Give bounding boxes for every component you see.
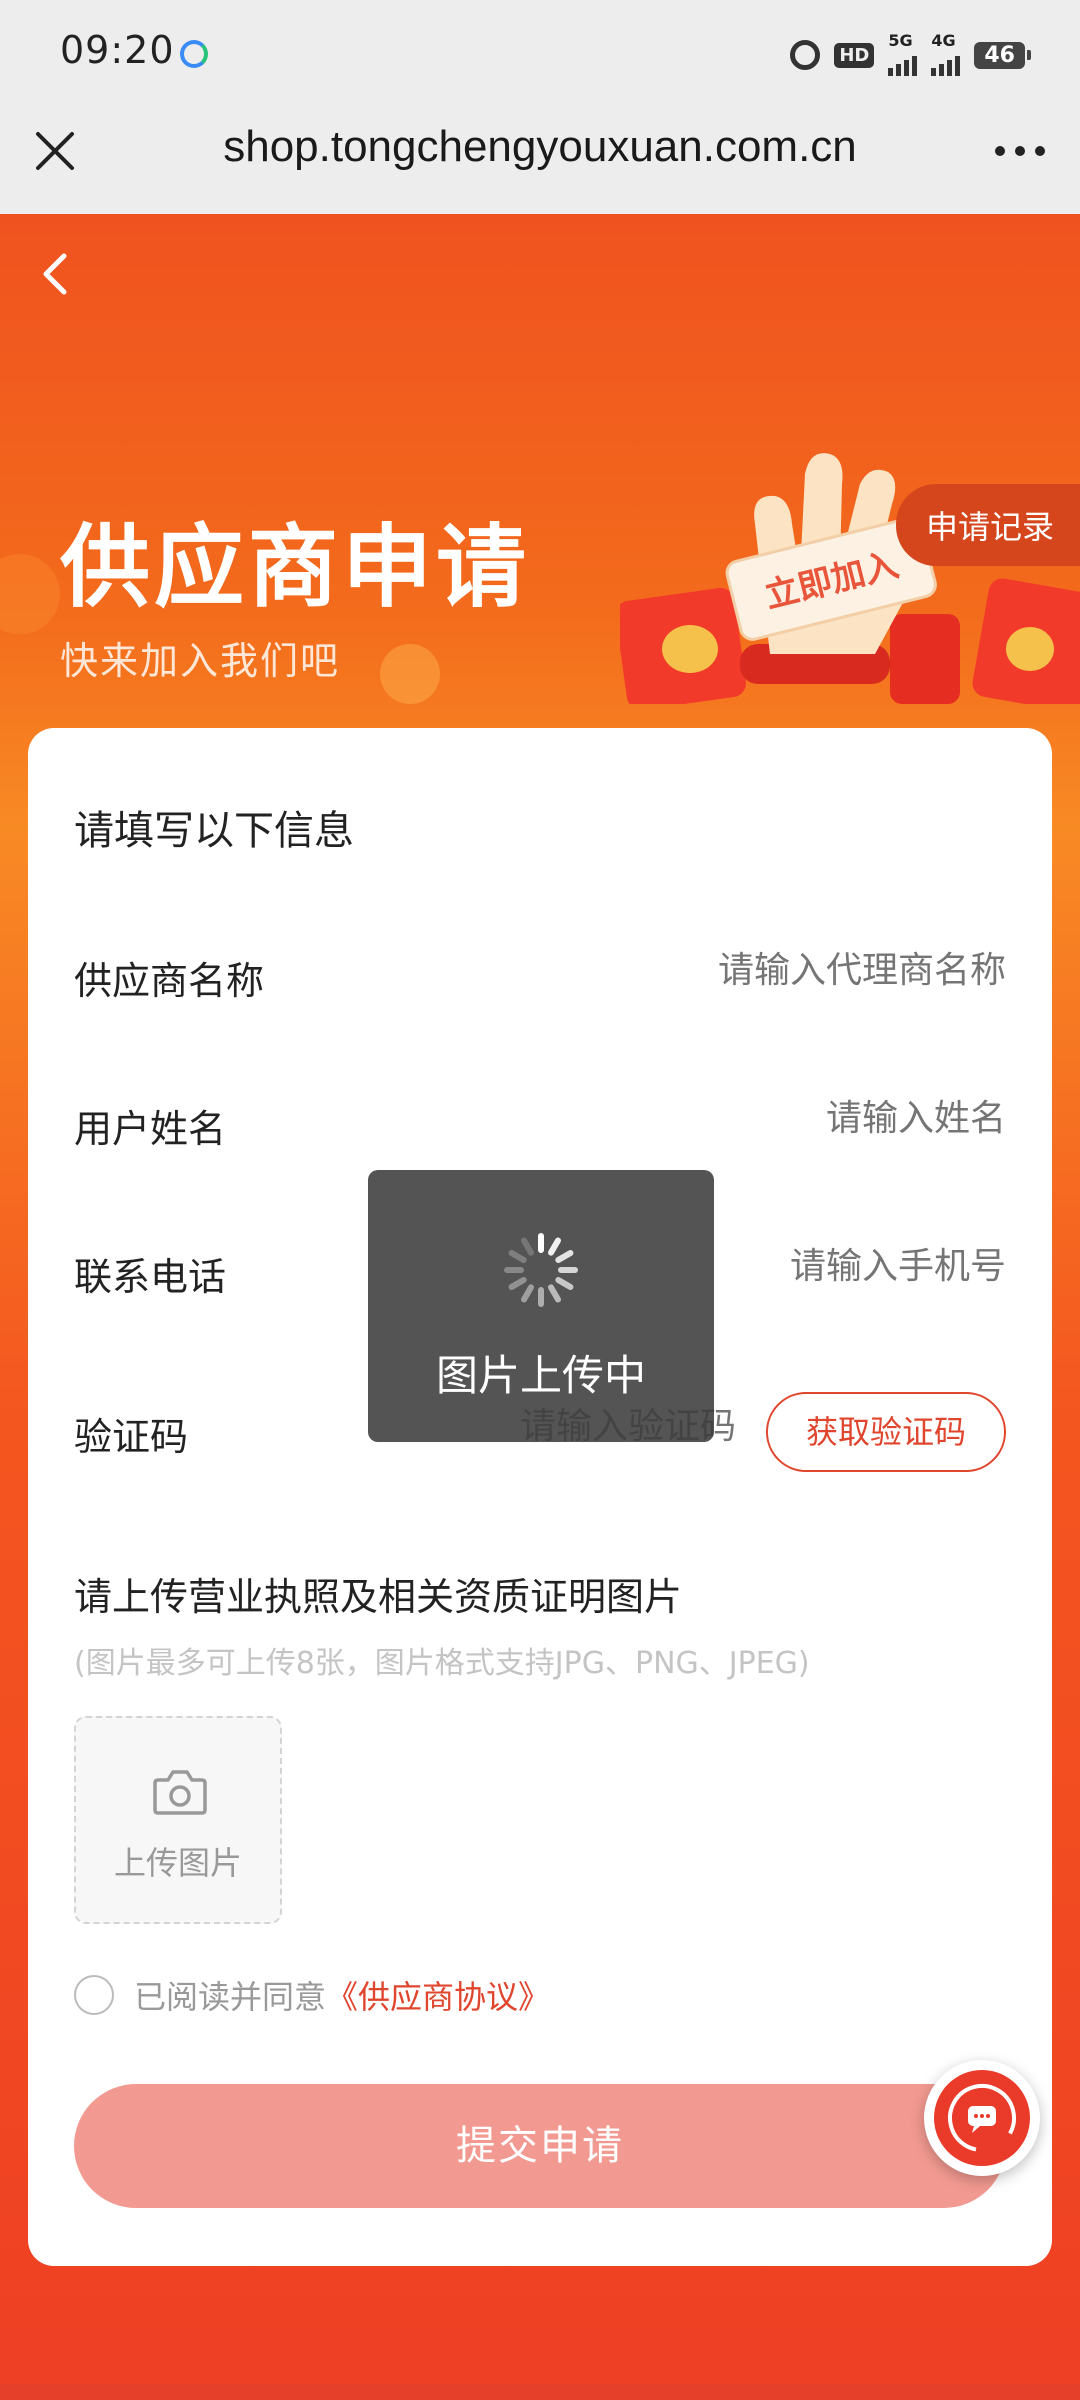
- status-bar: 09:20 HD 5G 4G 46: [0, 0, 1080, 100]
- more-options-icon[interactable]: [990, 136, 1050, 166]
- agreement-radio[interactable]: [74, 1975, 114, 2015]
- customer-service-button[interactable]: [924, 2060, 1040, 2176]
- uploading-toast: 图片上传中: [368, 1170, 714, 1442]
- toast-message: 图片上传中: [435, 1351, 646, 1400]
- user-name-label: 用户姓名: [74, 1107, 227, 1151]
- back-arrow-icon[interactable]: [30, 244, 80, 304]
- verification-code-label: 验证码: [74, 1415, 189, 1459]
- alarm-icon: [790, 40, 821, 70]
- agreement-text: 已阅读并同意: [134, 1978, 327, 2016]
- hand-illustration: 立即加入: [620, 453, 1080, 704]
- loading-spinner-icon: [504, 1233, 578, 1307]
- phone-label: 联系电话: [74, 1255, 227, 1299]
- application-form-card: 请填写以下信息 供应商名称 用户姓名 联系电话 验证码 获取验证码 请上传营业执…: [28, 728, 1052, 2266]
- supplier-name-label: 供应商名称: [74, 959, 265, 1003]
- upload-hint: (图片最多可上传8张，图片格式支持JPG、PNG、JPEG): [74, 1646, 810, 1681]
- application-records-button[interactable]: 申请记录: [895, 484, 1080, 566]
- supplier-name-input[interactable]: [546, 950, 1006, 991]
- status-time: 09:20: [60, 28, 175, 72]
- signal-4g-icon: 4G: [931, 33, 961, 76]
- browser-toolbar: shop.tongchengyouxuan.com.cn: [0, 100, 1080, 214]
- page-url: shop.tongchengyouxuan.com.cn: [223, 122, 857, 171]
- hd-icon: HD: [834, 42, 875, 68]
- get-code-button[interactable]: 获取验证码: [766, 1392, 1006, 1472]
- form-heading: 请填写以下信息: [74, 808, 354, 854]
- agreement-row: 已阅读并同意 《供应商协议》: [74, 1972, 550, 2018]
- supplier-agreement-link[interactable]: 《供应商协议》: [326, 1972, 550, 2018]
- upload-heading: 请上传营业执照及相关资质证明图片: [74, 1575, 683, 1619]
- submit-button[interactable]: 提交申请: [74, 2084, 1006, 2208]
- bottom-strip: [0, 2384, 1080, 2400]
- upload-label: 上传图片: [113, 1844, 242, 1882]
- app-notification-icon: [180, 40, 208, 68]
- page-title: 供应商申请: [60, 515, 530, 620]
- coin-decoration: [380, 644, 440, 704]
- upload-image-button[interactable]: 上传图片: [74, 1716, 282, 1924]
- user-name-input[interactable]: [546, 1098, 1006, 1139]
- signal-5g-icon: 5G: [888, 33, 918, 76]
- coin-decoration: [0, 554, 60, 634]
- camera-icon: [153, 1770, 207, 1815]
- status-indicators: HD 5G 4G 46: [790, 33, 1031, 76]
- chat-icon: [948, 2084, 1016, 2152]
- battery-icon: 46: [974, 41, 1031, 69]
- page-subtitle: 快来加入我们吧: [60, 639, 341, 683]
